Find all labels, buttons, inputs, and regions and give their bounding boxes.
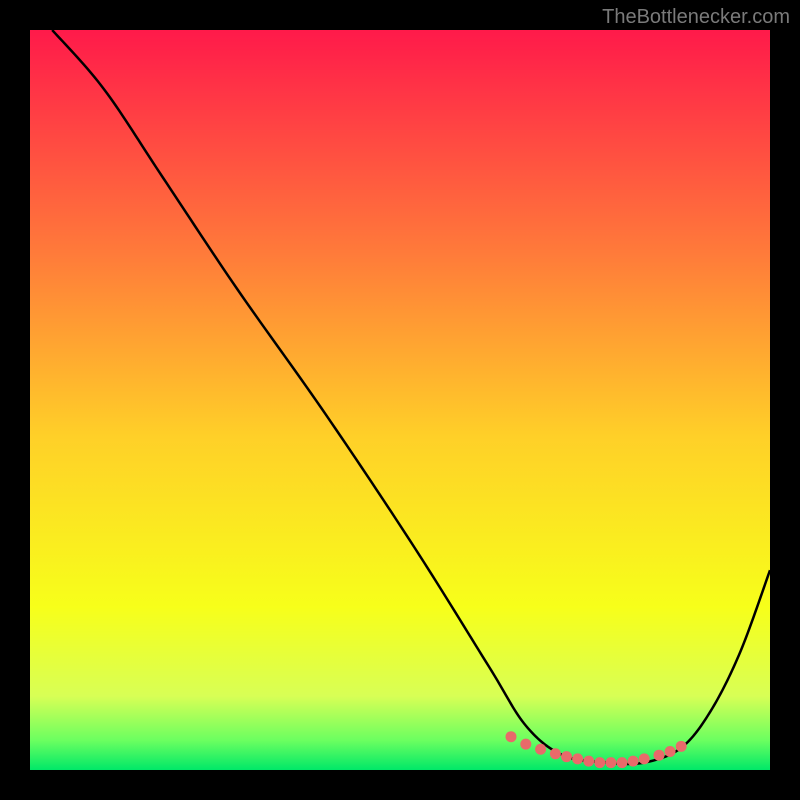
optimal-marker bbox=[676, 741, 687, 752]
curve-overlay bbox=[30, 30, 770, 770]
optimal-marker bbox=[583, 756, 594, 767]
optimal-marker bbox=[561, 751, 572, 762]
optimal-marker bbox=[572, 753, 583, 764]
chart-plot-area bbox=[30, 30, 770, 770]
optimal-marker bbox=[665, 746, 676, 757]
optimal-marker bbox=[628, 756, 639, 767]
optimal-marker bbox=[550, 748, 561, 759]
optimal-range-markers bbox=[506, 731, 687, 768]
optimal-marker bbox=[654, 750, 665, 761]
optimal-marker bbox=[617, 757, 628, 768]
optimal-marker bbox=[506, 731, 517, 742]
optimal-marker bbox=[639, 753, 650, 764]
optimal-marker bbox=[605, 757, 616, 768]
optimal-marker bbox=[520, 739, 531, 750]
watermark-text: TheBottlenecker.com bbox=[602, 6, 790, 29]
optimal-marker bbox=[594, 757, 605, 768]
bottleneck-curve-line bbox=[52, 30, 770, 764]
optimal-marker bbox=[535, 744, 546, 755]
